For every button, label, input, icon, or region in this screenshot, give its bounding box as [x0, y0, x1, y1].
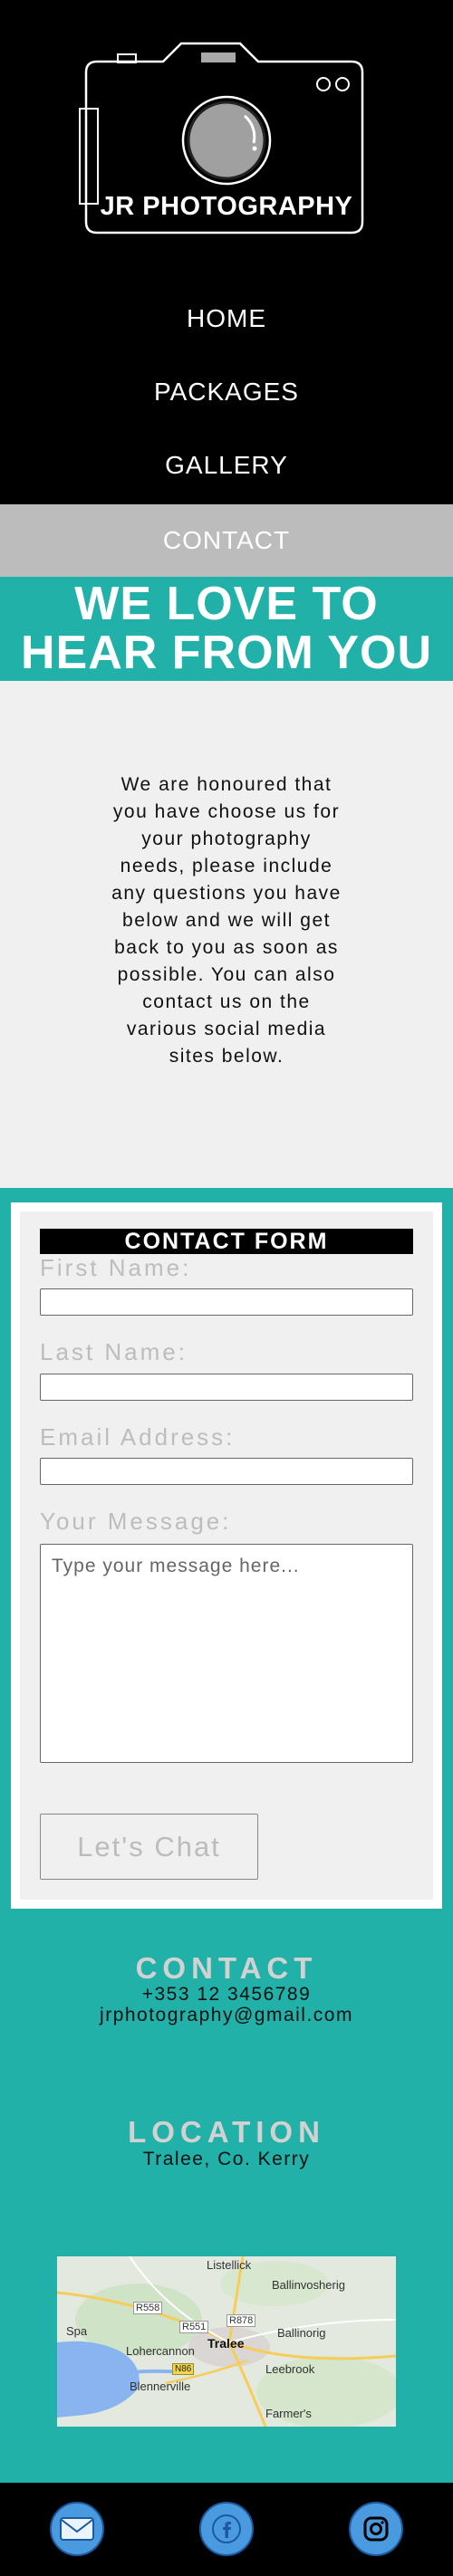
- instagram-icon[interactable]: [349, 2502, 403, 2556]
- map-label: Ballinorig: [277, 2326, 326, 2340]
- last-name-label: Last Name:: [40, 1338, 188, 1365]
- map-label: R558: [133, 2302, 163, 2314]
- page-title-line2: HEAR FROM YOU: [20, 627, 433, 679]
- contact-heading: CONTACT: [135, 1951, 318, 1985]
- intro-section: We are honoured that you have choose us …: [0, 681, 453, 1188]
- nav-packages[interactable]: PACKAGES: [0, 356, 453, 428]
- email-field[interactable]: [40, 1458, 413, 1485]
- site-header: JR PHOTOGRAPHY HOME PACKAGES GALLERY: [0, 0, 453, 504]
- location-address: Tralee, Co. Kerry: [142, 2149, 311, 2169]
- message-textarea[interactable]: [40, 1544, 413, 1763]
- map-label: Lohercannon: [126, 2344, 195, 2358]
- nav-home[interactable]: HOME: [0, 282, 453, 355]
- map-label: Leebrook: [265, 2362, 315, 2376]
- page-title-band: WE LOVE TO HEAR FROM YOU: [0, 577, 453, 681]
- first-name-field[interactable]: [40, 1288, 413, 1316]
- facebook-icon[interactable]: [199, 2502, 254, 2556]
- brand-name: JR PHOTOGRAPHY: [100, 192, 353, 221]
- map-label: Spa: [66, 2324, 88, 2338]
- map-label: Blennerville: [130, 2380, 191, 2393]
- email-label: Email Address:: [40, 1423, 236, 1451]
- page-title-line1: WE LOVE TO: [74, 578, 379, 630]
- contact-phone[interactable]: +353 12 3456789: [0, 1984, 453, 2006]
- intro-text: We are honoured that you have choose us …: [111, 774, 342, 1067]
- location-map[interactable]: Listellick Ballinvosherig R558 R878 Spa …: [57, 2256, 396, 2427]
- map-label: Tralee: [207, 2336, 245, 2351]
- mail-icon[interactable]: [50, 2502, 104, 2556]
- map-label: Ballinvosherig: [272, 2278, 345, 2292]
- map-label: Farmer's: [265, 2407, 312, 2420]
- nav-contact[interactable]: CONTACT: [0, 504, 453, 577]
- message-label: Your Message:: [40, 1508, 232, 1535]
- lets-chat-button[interactable]: Let's Chat: [40, 1814, 258, 1880]
- contact-email[interactable]: jrphotography@gmail.com: [0, 2005, 453, 2026]
- map-label: N86: [172, 2363, 195, 2375]
- map-label: R551: [179, 2321, 209, 2333]
- form-heading: CONTACT FORM: [40, 1229, 413, 1254]
- first-name-label: First Name:: [40, 1254, 192, 1281]
- last-name-field[interactable]: [40, 1374, 413, 1401]
- map-label: Listellick: [207, 2258, 252, 2272]
- nav-gallery[interactable]: GALLERY: [0, 429, 453, 502]
- map-label: R878: [226, 2314, 256, 2327]
- location-heading: LOCATION: [128, 2115, 325, 2149]
